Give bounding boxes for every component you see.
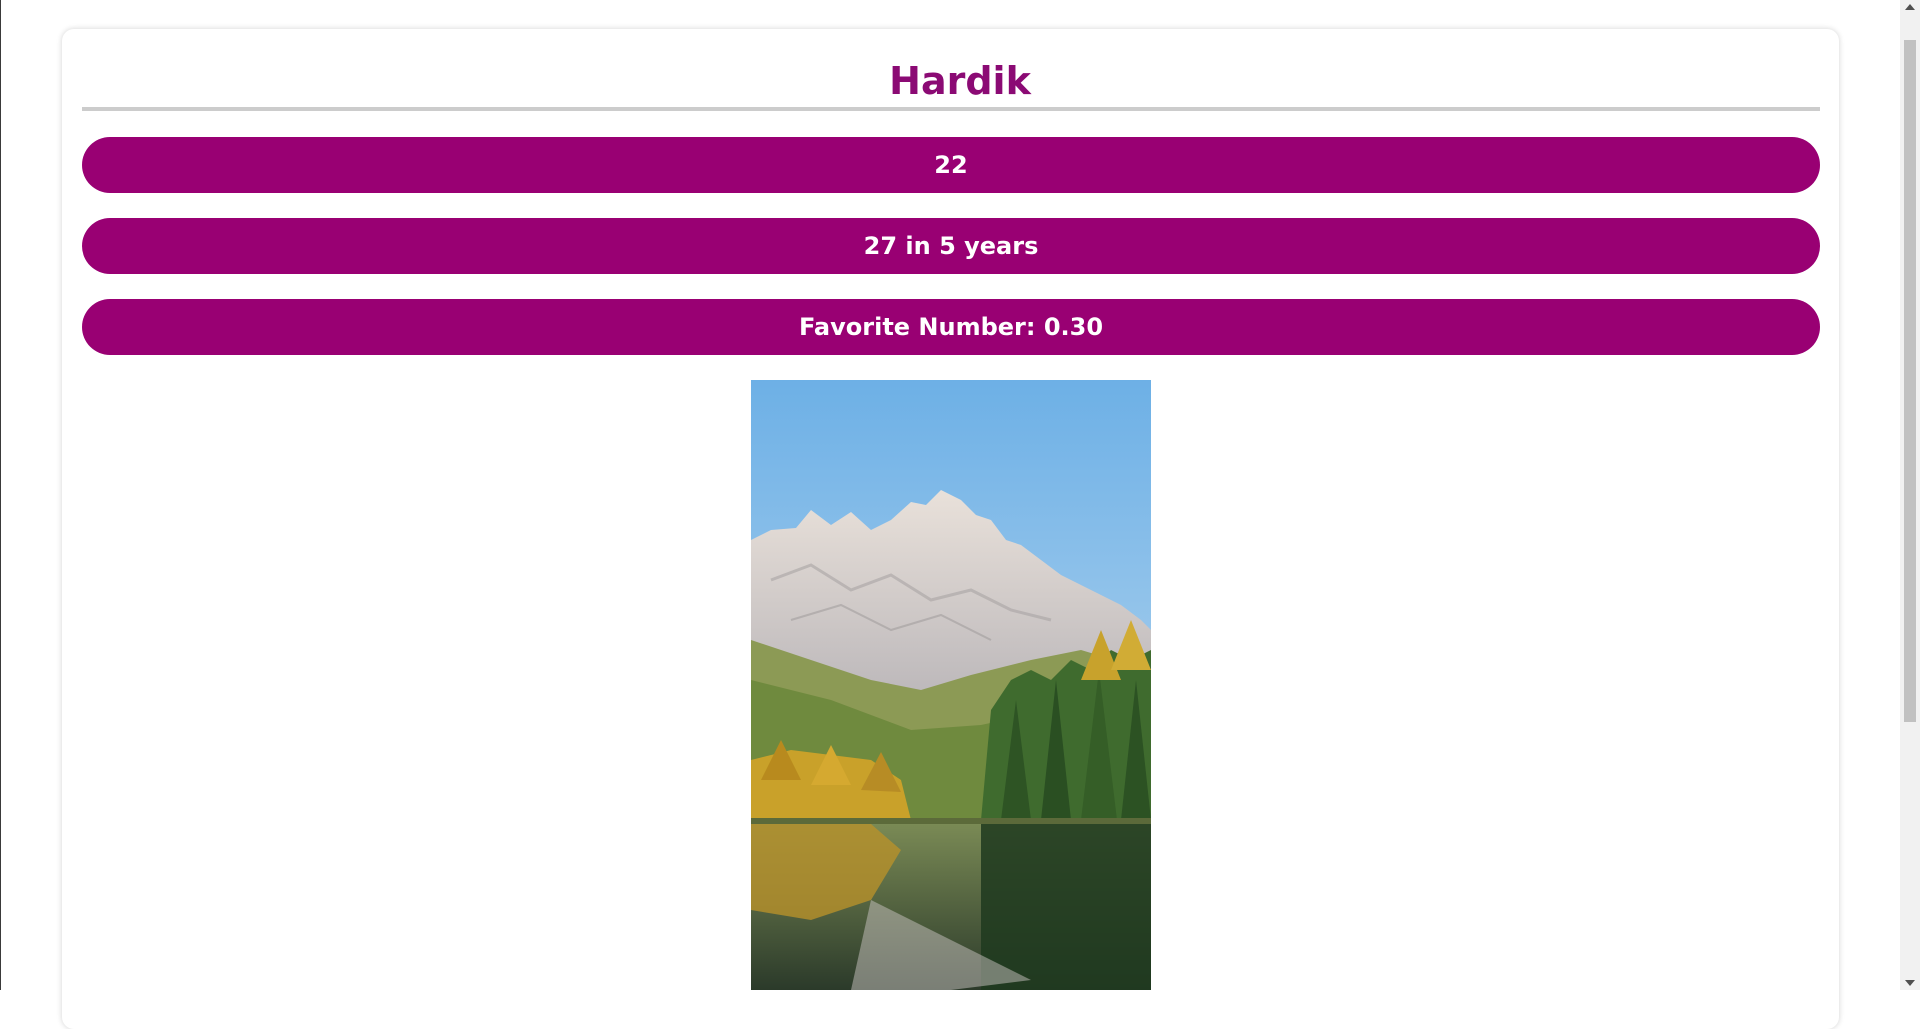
profile-name-heading: Hardik	[889, 59, 1031, 103]
scroll-down-arrow-icon[interactable]	[1905, 980, 1915, 986]
landscape-photo	[751, 380, 1151, 990]
future-age-badge: 27 in 5 years	[82, 218, 1820, 274]
page-scrollbar[interactable]	[1900, 0, 1920, 990]
scroll-up-arrow-icon[interactable]	[1905, 4, 1915, 10]
window-edge	[0, 0, 1, 990]
scroll-thumb[interactable]	[1904, 40, 1916, 722]
age-badge: 22	[82, 137, 1820, 193]
favorite-number-badge: Favorite Number: 0.30	[82, 299, 1820, 355]
title-divider	[82, 107, 1820, 111]
